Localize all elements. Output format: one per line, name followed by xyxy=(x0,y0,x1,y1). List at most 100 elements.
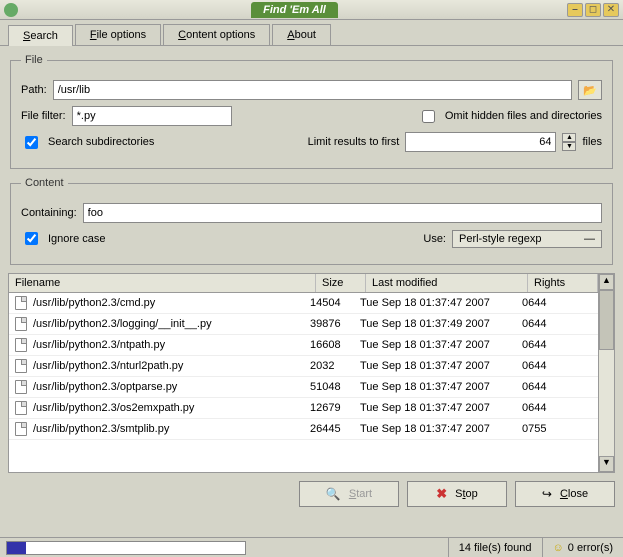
file-size: 51048 xyxy=(310,381,360,393)
results-table: Filename Size Last modified Rights /usr/… xyxy=(8,273,615,473)
file-icon xyxy=(15,296,27,310)
file-icon xyxy=(15,338,27,352)
close-window-button[interactable]: ✕ xyxy=(603,3,619,17)
tab-file-options[interactable]: File options xyxy=(75,24,161,45)
tab-about[interactable]: About xyxy=(272,24,331,45)
omit-hidden-label: Omit hidden files and directories xyxy=(445,110,602,122)
folder-open-icon: 📂 xyxy=(583,84,597,97)
file-size: 26445 xyxy=(310,423,360,435)
file-rights: 0644 xyxy=(522,360,592,372)
file-name: /usr/lib/python2.3/logging/__init__.py xyxy=(33,318,212,330)
app-icon xyxy=(4,3,18,17)
header-modified[interactable]: Last modified xyxy=(366,274,528,292)
start-button[interactable]: 🔍Start xyxy=(299,481,399,507)
dropdown-icon: — xyxy=(584,233,595,245)
file-name: /usr/lib/python2.3/cmd.py xyxy=(33,297,155,309)
file-icon xyxy=(15,380,27,394)
spinner-down[interactable]: ▼ xyxy=(562,142,576,151)
status-found: 14 file(s) found xyxy=(448,538,542,557)
containing-label: Containing: xyxy=(21,207,77,219)
limit-suffix: files xyxy=(582,136,602,148)
exit-icon: ↪ xyxy=(542,487,552,501)
header-filename[interactable]: Filename xyxy=(9,274,316,292)
file-rights: 0644 xyxy=(522,339,592,351)
file-rights: 0644 xyxy=(522,297,592,309)
file-size: 39876 xyxy=(310,318,360,330)
maximize-button[interactable]: ◻ xyxy=(585,3,601,17)
status-errors: ☺0 error(s) xyxy=(542,538,623,557)
file-modified: Tue Sep 18 01:37:47 2007 xyxy=(360,360,522,372)
file-legend: File xyxy=(21,54,47,66)
table-row[interactable]: /usr/lib/python2.3/ntpath.py 16608Tue Sep… xyxy=(9,335,598,356)
file-rights: 0644 xyxy=(522,402,592,414)
table-row[interactable]: /usr/lib/python2.3/logging/__init__.py 39… xyxy=(9,314,598,335)
path-label: Path: xyxy=(21,84,47,96)
table-row[interactable]: /usr/lib/python2.3/smtplib.py 26445Tue Se… xyxy=(9,419,598,440)
file-icon xyxy=(15,359,27,373)
table-row[interactable]: /usr/lib/python2.3/nturl2path.py 2032Tue … xyxy=(9,356,598,377)
path-input[interactable] xyxy=(53,80,572,100)
header-rights[interactable]: Rights xyxy=(528,274,598,292)
search-subdirs-checkbox[interactable] xyxy=(25,136,38,149)
limit-spinner[interactable] xyxy=(405,132,556,152)
content-legend: Content xyxy=(21,177,68,189)
limit-label: Limit results to first xyxy=(308,136,400,148)
window-title: Find 'Em All xyxy=(251,2,338,18)
containing-input[interactable] xyxy=(83,203,602,223)
file-fieldset: File Path: 📂 File filter: Omit hidden fi… xyxy=(10,54,613,169)
file-name: /usr/lib/python2.3/os2emxpath.py xyxy=(33,402,194,414)
file-size: 12679 xyxy=(310,402,360,414)
smiley-icon: ☺ xyxy=(553,542,564,554)
table-row[interactable]: /usr/lib/python2.3/cmd.py 14504Tue Sep 18… xyxy=(9,293,598,314)
stop-button[interactable]: ✖Stop xyxy=(407,481,507,507)
browse-button[interactable]: 📂 xyxy=(578,80,602,100)
header-size[interactable]: Size xyxy=(316,274,366,292)
file-rights: 0644 xyxy=(522,318,592,330)
tab-bar: Search File options Content options Abou… xyxy=(0,20,623,46)
scroll-up-icon[interactable]: ▲ xyxy=(599,274,614,290)
file-size: 14504 xyxy=(310,297,360,309)
regexp-dropdown[interactable]: Perl-style regexp — xyxy=(452,230,602,248)
filter-input[interactable] xyxy=(72,106,232,126)
omit-hidden-checkbox[interactable] xyxy=(422,110,435,123)
file-rights: 0755 xyxy=(522,423,592,435)
file-name: /usr/lib/python2.3/ntpath.py xyxy=(33,339,165,351)
file-name: /usr/lib/python2.3/nturl2path.py xyxy=(33,360,183,372)
close-button[interactable]: ↪Close xyxy=(515,481,615,507)
content-fieldset: Content Containing: Ignore case Use: Per… xyxy=(10,177,613,265)
regexp-value: Perl-style regexp xyxy=(459,233,542,245)
stop-icon: ✖ xyxy=(436,486,447,502)
titlebar: Find 'Em All ⎯ ◻ ✕ xyxy=(0,0,623,20)
table-row[interactable]: /usr/lib/python2.3/os2emxpath.py 12679Tue… xyxy=(9,398,598,419)
file-modified: Tue Sep 18 01:37:47 2007 xyxy=(360,297,522,309)
ignore-case-label: Ignore case xyxy=(48,233,105,245)
file-icon xyxy=(15,401,27,415)
file-modified: Tue Sep 18 01:37:47 2007 xyxy=(360,423,522,435)
file-icon xyxy=(15,422,27,436)
tab-content-options[interactable]: Content options xyxy=(163,24,270,45)
file-size: 16608 xyxy=(310,339,360,351)
file-rights: 0644 xyxy=(522,381,592,393)
status-bar: 14 file(s) found ☺0 error(s) xyxy=(0,537,623,557)
spinner-up[interactable]: ▲ xyxy=(562,133,576,142)
file-modified: Tue Sep 18 01:37:47 2007 xyxy=(360,381,522,393)
tab-search[interactable]: Search xyxy=(8,25,73,46)
minimize-button[interactable]: ⎯ xyxy=(567,3,583,17)
table-row[interactable]: /usr/lib/python2.3/optparse.py 51048Tue S… xyxy=(9,377,598,398)
file-icon xyxy=(15,317,27,331)
file-modified: Tue Sep 18 01:37:49 2007 xyxy=(360,318,522,330)
search-icon: 🔍 xyxy=(326,487,341,501)
progress-bar xyxy=(6,541,246,555)
file-name: /usr/lib/python2.3/smtplib.py xyxy=(33,423,169,435)
ignore-case-checkbox[interactable] xyxy=(25,232,38,245)
search-subdirs-label: Search subdirectories xyxy=(48,136,154,148)
file-size: 2032 xyxy=(310,360,360,372)
scroll-down-icon[interactable]: ▼ xyxy=(599,456,614,472)
filter-label: File filter: xyxy=(21,110,66,122)
results-scrollbar[interactable]: ▲ ▼ xyxy=(598,274,614,472)
use-label: Use: xyxy=(423,233,446,245)
file-name: /usr/lib/python2.3/optparse.py xyxy=(33,381,177,393)
file-modified: Tue Sep 18 01:37:47 2007 xyxy=(360,339,522,351)
file-modified: Tue Sep 18 01:37:47 2007 xyxy=(360,402,522,414)
scroll-thumb[interactable] xyxy=(599,290,614,350)
